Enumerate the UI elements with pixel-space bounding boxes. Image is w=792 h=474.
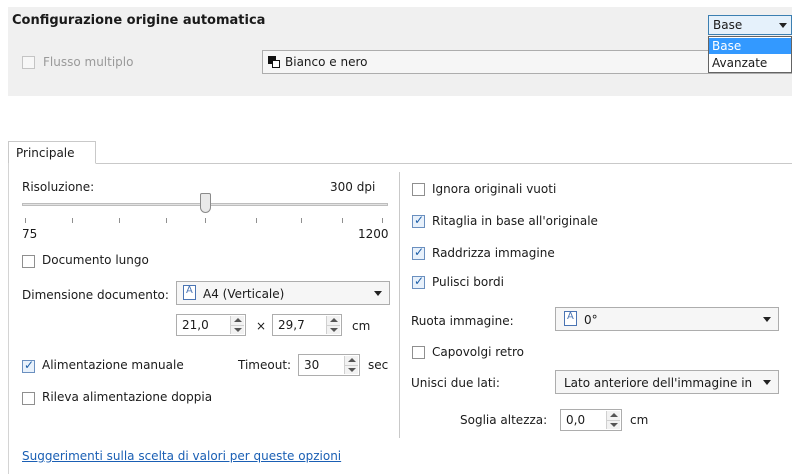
- rotate-value: 0°: [584, 313, 598, 327]
- height-threshold-spinner[interactable]: 0,0: [560, 409, 622, 431]
- timeout-unit: sec: [368, 358, 389, 372]
- size-unit-label: cm: [352, 319, 371, 333]
- manual-feed-checkbox[interactable]: [22, 358, 35, 373]
- resolution-slider-thumb[interactable]: [200, 193, 211, 213]
- spin-down-icon[interactable]: [234, 328, 242, 332]
- ignore-blank-label: Ignora originali vuoti: [432, 182, 557, 196]
- resolution-label: Risoluzione:: [22, 180, 95, 194]
- spinner-divider: [327, 325, 340, 326]
- slider-tick: [166, 218, 167, 223]
- timeout-spinner-buttons[interactable]: [344, 356, 358, 374]
- tab-content-border: [8, 163, 9, 474]
- spin-up-icon[interactable]: [234, 318, 242, 322]
- double-feed-label: Rileva alimentazione doppia: [42, 390, 213, 404]
- page-rotation-icon: [564, 311, 577, 326]
- slider-tick: [119, 218, 120, 223]
- timeout-label: Timeout:: [238, 358, 292, 372]
- help-link[interactable]: Suggerimenti sulla scelta di valori per …: [22, 449, 341, 463]
- spin-down-icon[interactable]: [610, 423, 618, 427]
- tab-principale[interactable]: Principale: [8, 141, 96, 164]
- spin-down-icon[interactable]: [330, 328, 338, 332]
- merge-select[interactable]: Lato anteriore dell'immagine in: [555, 370, 779, 394]
- color-mode-value: Bianco e nero: [285, 55, 368, 69]
- document-size-value: A4 (Verticale): [203, 287, 285, 301]
- long-document-label: Documento lungo: [42, 253, 149, 267]
- spinner-divider: [231, 325, 244, 326]
- tab-principale-label: Principale: [16, 146, 75, 160]
- chevron-down-icon: [779, 23, 787, 28]
- height-spinner-buttons[interactable]: [326, 316, 340, 334]
- slider-tick: [342, 218, 343, 223]
- mode-select-value: Base: [713, 18, 743, 32]
- resolution-max-label: 1200: [358, 227, 389, 241]
- slider-tick: [205, 218, 206, 223]
- height-threshold-label: Soglia altezza:: [460, 413, 548, 427]
- merge-label: Unisci due lati:: [411, 376, 500, 390]
- flip-back-label: Capovolgi retro: [432, 345, 525, 359]
- document-size-label: Dimensione documento:: [22, 288, 169, 302]
- width-spinner-buttons[interactable]: [230, 316, 244, 334]
- slider-tick: [382, 218, 383, 223]
- chevron-down-icon: [763, 380, 771, 385]
- height-threshold-unit: cm: [630, 413, 649, 427]
- slider-tick: [25, 218, 26, 223]
- height-spinner[interactable]: 29,7: [272, 314, 342, 336]
- mode-option-base[interactable]: Base: [709, 38, 791, 54]
- resolution-value: 300 dpi: [330, 180, 376, 194]
- crop-checkbox[interactable]: [412, 213, 425, 228]
- merge-value: Lato anteriore dell'immagine in: [564, 376, 753, 390]
- double-feed-checkbox[interactable]: [22, 392, 35, 405]
- slider-tick: [301, 218, 302, 223]
- flip-back-checkbox[interactable]: [412, 346, 425, 359]
- multistream-label: Flusso multiplo: [43, 55, 134, 69]
- mode-option-advanced[interactable]: Avanzate: [709, 55, 791, 71]
- spin-up-icon[interactable]: [330, 318, 338, 322]
- slider-tick: [72, 218, 73, 223]
- black-white-icon: [268, 56, 280, 68]
- resolution-min-label: 75: [22, 227, 38, 241]
- chevron-down-icon: [763, 317, 771, 322]
- mode-dropdown-list: Base Avanzate: [708, 36, 792, 73]
- column-divider: [399, 172, 400, 438]
- spin-up-icon[interactable]: [610, 413, 618, 417]
- tab-strip-divider: [8, 163, 792, 164]
- straighten-checkbox[interactable]: [412, 245, 425, 260]
- clean-edges-label: Pulisci bordi: [432, 275, 504, 289]
- straighten-label: Raddrizza immagine: [432, 246, 555, 260]
- spin-down-icon[interactable]: [348, 368, 356, 372]
- spinner-divider: [345, 365, 358, 366]
- slider-tick: [256, 218, 257, 223]
- page-size-icon: [183, 285, 196, 300]
- long-document-checkbox[interactable]: [22, 255, 35, 268]
- width-spinner[interactable]: 21,0: [176, 314, 246, 336]
- panel-title: Configurazione origine automatica: [12, 13, 266, 28]
- crop-label: Ritaglia in base all'originale: [432, 214, 598, 228]
- multistream-checkbox[interactable]: [22, 56, 35, 69]
- manual-feed-label: Alimentazione manuale: [42, 358, 184, 372]
- rotate-label: Ruota immagine:: [411, 314, 514, 328]
- height-value: 29,7: [278, 318, 305, 332]
- times-sign: ×: [256, 319, 267, 333]
- mode-select[interactable]: Base: [708, 15, 792, 35]
- height-threshold-value: 0,0: [566, 413, 586, 427]
- chevron-down-icon: [374, 291, 382, 296]
- spinner-divider: [607, 420, 620, 421]
- timeout-spinner[interactable]: 30: [298, 354, 360, 376]
- width-value: 21,0: [182, 318, 209, 332]
- height-threshold-spinner-buttons[interactable]: [606, 411, 620, 429]
- ignore-blank-checkbox[interactable]: [412, 183, 425, 196]
- timeout-value: 30: [304, 358, 320, 372]
- clean-edges-checkbox[interactable]: [412, 274, 425, 289]
- spin-up-icon[interactable]: [348, 358, 356, 362]
